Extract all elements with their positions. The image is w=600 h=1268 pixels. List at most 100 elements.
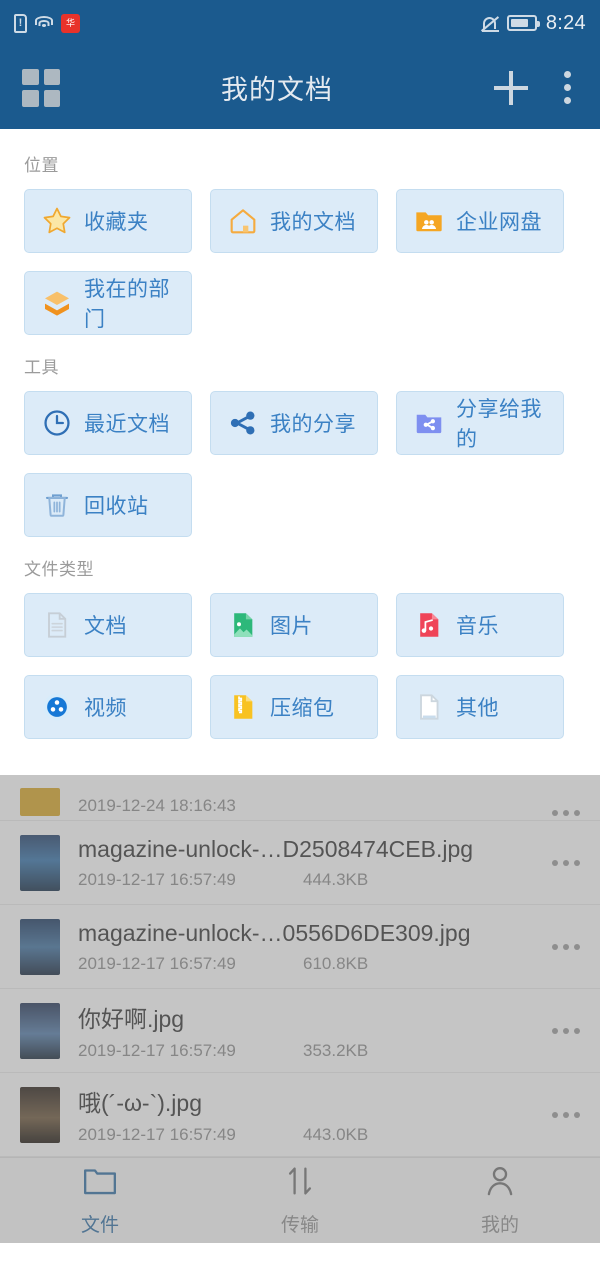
chip-shared-with-me[interactable]: 分享给我的 [396, 391, 564, 455]
chip-label: 企业网盘 [456, 211, 542, 234]
team-folder-icon [413, 205, 445, 237]
section-locations: 位置 收藏夹 我的文档 企业网盘 我在的部门 [24, 151, 576, 335]
blank-file-icon [413, 691, 445, 723]
chip-documents[interactable]: 文档 [24, 593, 192, 657]
chip-recycle-bin[interactable]: 回收站 [24, 473, 192, 537]
table-row[interactable]: magazine-unlock-…0556D6DE309.jpg 2019-12… [0, 905, 600, 989]
file-name: 你好啊.jpg [78, 1006, 185, 1032]
chip-enterprise-drive[interactable]: 企业网盘 [396, 189, 564, 253]
file-meta: 2019-12-24 18:16:43 [78, 796, 526, 816]
file-list: 2019-12-24 18:16:43 magazine-unlock-…D25… [0, 775, 600, 1157]
zip-file-icon [227, 691, 259, 723]
chip-label: 回收站 [84, 495, 149, 518]
table-row[interactable]: magazine-unlock-…D2508474CEB.jpg 2019-12… [0, 821, 600, 905]
huawei-badge-icon: 华 [61, 13, 80, 33]
table-row[interactable]: 你好啊.jpg 2019-12-17 16:57:49 353.2KB [0, 989, 600, 1073]
chip-music[interactable]: 音乐 [396, 593, 564, 657]
file-meta: 2019-12-17 16:57:49 353.2KB [78, 1041, 526, 1061]
chip-label: 文档 [84, 615, 127, 638]
nav-item-files[interactable]: 文件 [0, 1164, 200, 1237]
file-size: 444.3KB [303, 869, 369, 889]
chip-label: 收藏夹 [84, 211, 149, 234]
document-icon [41, 609, 73, 641]
section-label: 工具 [24, 358, 59, 377]
file-thumbnail [20, 788, 60, 816]
file-size: 353.2KB [303, 1041, 369, 1060]
section-file-types: 文件类型 文档 图片 音乐 视频 压缩包 其他 [24, 555, 576, 739]
file-list-area: 2019-12-24 18:16:43 magazine-unlock-…D25… [0, 775, 600, 1243]
file-date: 2019-12-17 16:57:49 [78, 953, 236, 973]
file-meta: 2019-12-17 16:57:49 444.3KB [78, 870, 526, 890]
chip-label: 分享给我的 [456, 398, 542, 451]
file-meta: 2019-12-17 16:57:49 443.0KB [78, 1125, 526, 1145]
chip-images[interactable]: 图片 [210, 593, 378, 657]
chip-row: 收藏夹 我的文档 企业网盘 我在的部门 [24, 189, 576, 335]
grid-menu-icon[interactable] [22, 68, 60, 107]
chip-label: 我在的部门 [84, 278, 170, 331]
table-row[interactable]: 哦(´-ω-`).jpg 2019-12-17 16:57:49 443.0KB [0, 1073, 600, 1157]
status-bar-clock: 8:24 [545, 11, 586, 34]
battery-icon [506, 15, 540, 31]
section-label: 位置 [24, 156, 59, 175]
file-size: 443.0KB [303, 1125, 369, 1144]
nav-label: 传输 [280, 1215, 319, 1236]
page-title: 我的文档 [221, 75, 333, 105]
plus-icon[interactable] [494, 70, 528, 105]
share-nodes-icon [227, 407, 259, 439]
file-info: 你好啊.jpg 2019-12-17 16:57:49 353.2KB [78, 1000, 526, 1061]
section-tools: 工具 最近文档 我的分享 分享给我的 回收站 [24, 353, 576, 537]
row-more-icon[interactable] [544, 859, 580, 866]
home-icon [227, 205, 259, 237]
file-thumbnail [20, 1086, 60, 1143]
row-more-icon[interactable] [544, 810, 580, 816]
video-reel-icon [41, 691, 73, 723]
chip-my-department[interactable]: 我在的部门 [24, 271, 192, 335]
file-info: 2019-12-24 18:16:43 [78, 796, 526, 816]
row-more-icon[interactable] [544, 1111, 580, 1118]
table-row[interactable]: 2019-12-24 18:16:43 [0, 775, 600, 821]
chip-row: 文档 图片 音乐 视频 压缩包 其他 [24, 593, 576, 739]
chip-label: 压缩包 [270, 697, 335, 720]
chip-label: 视频 [84, 697, 127, 720]
file-thumbnail [20, 1002, 60, 1059]
nav-item-transfer[interactable]: 传输 [200, 1164, 400, 1237]
file-info: magazine-unlock-…D2508474CEB.jpg 2019-12… [78, 836, 526, 890]
file-name: magazine-unlock-…D2508474CEB.jpg [78, 835, 474, 862]
file-name: magazine-unlock-…0556D6DE309.jpg [78, 919, 471, 946]
chip-video[interactable]: 视频 [24, 675, 192, 739]
file-size: 610.8KB [303, 953, 369, 973]
chip-recent-documents[interactable]: 最近文档 [24, 391, 192, 455]
shared-folder-icon [413, 407, 445, 439]
music-file-icon [413, 609, 445, 641]
chip-my-documents[interactable]: 我的文档 [210, 189, 378, 253]
file-date: 2019-12-24 18:16:43 [78, 796, 236, 815]
huawei-mark: 华 [65, 17, 75, 28]
section-label: 文件类型 [24, 560, 94, 579]
file-info: magazine-unlock-…0556D6DE309.jpg 2019-12… [78, 920, 526, 974]
nav-item-profile[interactable]: 我的 [400, 1164, 600, 1237]
chip-label: 图片 [270, 615, 313, 638]
sim-alert-icon [14, 13, 27, 33]
more-vertical-icon[interactable] [564, 71, 572, 104]
row-more-icon[interactable] [544, 1027, 580, 1034]
image-file-icon [227, 609, 259, 641]
file-date: 2019-12-17 16:57:49 [78, 1041, 236, 1060]
clock-icon [41, 407, 73, 439]
file-date: 2019-12-17 16:57:49 [78, 1125, 236, 1144]
status-bar: 华 8:24 [0, 0, 600, 46]
nav-label: 文件 [80, 1215, 119, 1236]
row-more-icon[interactable] [544, 943, 580, 950]
filter-panel: 位置 收藏夹 我的文档 企业网盘 我在的部门 工具 最近文档 我的分享 分享给我… [0, 129, 600, 775]
folder-icon [80, 1164, 120, 1203]
person-icon [480, 1164, 520, 1203]
chip-my-shares[interactable]: 我的分享 [210, 391, 378, 455]
file-thumbnail [20, 918, 60, 975]
layers-icon [41, 287, 73, 319]
chip-others[interactable]: 其他 [396, 675, 564, 739]
chip-label: 最近文档 [84, 413, 170, 436]
chip-favorites[interactable]: 收藏夹 [24, 189, 192, 253]
app-bar: 我的文档 [0, 46, 600, 129]
chip-label: 其他 [456, 697, 499, 720]
star-icon [41, 205, 73, 237]
chip-archives[interactable]: 压缩包 [210, 675, 378, 739]
